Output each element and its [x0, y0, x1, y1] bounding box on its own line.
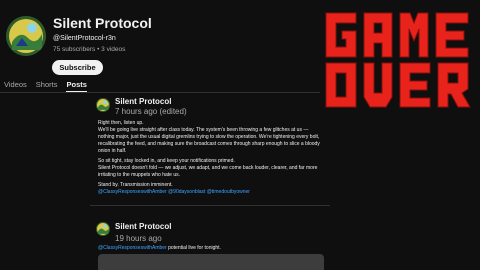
post-avatar[interactable]	[96, 98, 110, 112]
channel-meta: 75 subscribers • 3 videos	[53, 46, 126, 53]
channel-avatar-art	[6, 16, 46, 56]
channel-tabs: Videos Shorts Posts	[4, 78, 96, 92]
post-timestamp[interactable]: 7 hours ago (edited)	[115, 107, 187, 116]
post-media[interactable]	[98, 254, 324, 270]
post-body: Right then, listen up. We'll be going li…	[98, 120, 326, 196]
tab-shorts[interactable]: Shorts	[36, 78, 58, 92]
post-divider	[90, 205, 330, 206]
tab-videos[interactable]: Videos	[4, 78, 27, 92]
post-author[interactable]: Silent Protocol	[115, 222, 171, 231]
channel-avatar[interactable]	[6, 16, 46, 56]
tabs-divider	[0, 92, 320, 93]
tab-posts[interactable]: Posts	[66, 78, 87, 92]
post-paragraph: So sit tight, stay locked in, and keep y…	[98, 158, 318, 178]
channel-name: Silent Protocol	[53, 15, 152, 31]
post-paragraph: Right then, listen up. We'll be going li…	[98, 120, 320, 154]
post-avatar-art	[96, 98, 110, 112]
post-avatar[interactable]	[96, 222, 110, 236]
game-over-overlay	[325, 12, 471, 108]
post-body: @ClassyResponseswithAmber potential live…	[98, 245, 326, 252]
subscribe-button[interactable]: Subscribe	[52, 60, 103, 75]
post-timestamp[interactable]: 19 hours ago	[115, 234, 162, 243]
post-mentions-link[interactable]: @ClassyResponseswithAmber @90daysonblast…	[98, 189, 326, 196]
channel-handle: @SilentProtocol-r3n	[53, 35, 116, 42]
post-text: potential live for tonight.	[168, 245, 221, 251]
post-mention-link[interactable]: @ClassyResponseswithAmber	[98, 245, 167, 251]
post-paragraph: Stand by. Transmission imminent.	[98, 182, 173, 188]
post-author[interactable]: Silent Protocol	[115, 97, 171, 106]
post-avatar-art	[96, 222, 110, 236]
